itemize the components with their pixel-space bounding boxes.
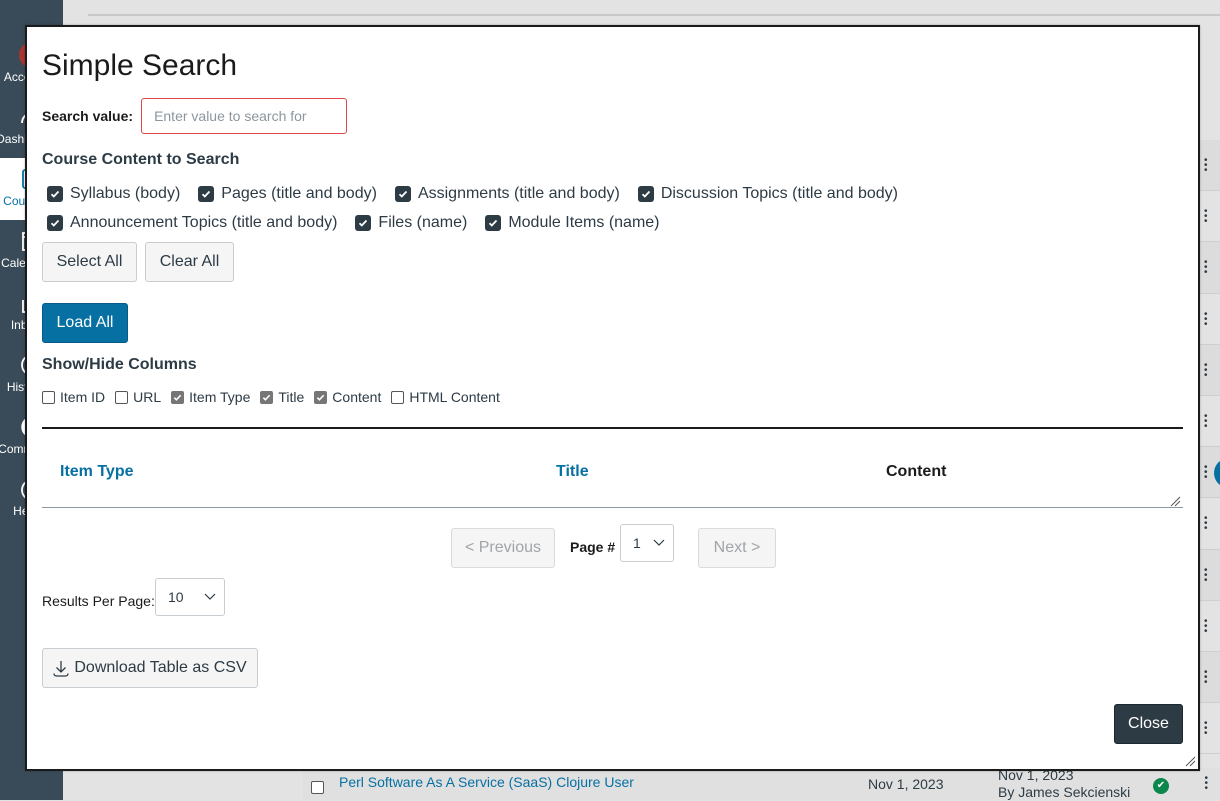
chevron-down-icon [653,539,665,546]
load-all-button[interactable]: Load All [42,303,128,343]
kebab-menu-icon[interactable]: • • • [1204,411,1208,431]
show-hide-columns-heading: Show/Hide Columns [42,356,197,373]
checkbox-files[interactable]: Files (name) [355,214,467,232]
row-select-checkbox[interactable] [311,781,324,794]
download-icon [53,661,70,677]
checkbox-checked-icon[interactable] [637,185,654,202]
page-number-select[interactable]: 1 [620,524,674,562]
kebab-menu-icon[interactable]: • • • [1204,565,1208,585]
checkbox-checked-icon[interactable] [198,185,215,202]
kebab-menu-icon[interactable]: • • • [1204,514,1208,534]
search-field-row: Search value: [42,98,348,134]
column-header-content: Content [886,463,947,480]
page-number-label: Page # [570,539,616,555]
column-toggle-item-id[interactable]: Item ID [42,389,105,405]
results-table-header: Item Type Title Content [42,429,1183,507]
page-title-link[interactable]: Perl Software As A Service (SaaS) Clojur… [339,774,634,790]
modal-resize-handle-icon[interactable] [1184,755,1196,767]
checkbox-assignments[interactable]: Assignments (title and body) [394,185,620,203]
checkbox-checked-icon[interactable] [355,214,372,231]
modal-title: Simple Search [42,49,238,82]
checkbox-checked-icon[interactable] [314,390,328,404]
next-page-button[interactable]: Next > [698,528,776,568]
kebab-menu-icon[interactable]: • • • [1204,667,1208,687]
kebab-menu-icon[interactable]: • • • [1204,258,1208,278]
column-toggle-url[interactable]: URL [115,389,161,405]
checkbox-checked-icon[interactable] [47,214,63,231]
canvas-logo-icon[interactable] [6,0,36,8]
published-check-icon[interactable]: ✔ [1153,778,1169,794]
page-created-date: Nov 1, 2023 [868,776,944,792]
checkbox-unchecked-icon[interactable] [115,390,129,404]
results-table-bottom-border [42,507,1183,508]
column-header-title[interactable]: Title [556,463,589,481]
previous-page-button[interactable]: < Previous [451,528,555,568]
results-per-page-select[interactable]: 10 [155,578,225,616]
results-per-page-label: Results Per Page: [42,593,155,609]
checkbox-unchecked-icon[interactable] [42,390,55,404]
search-value-input[interactable] [141,98,348,134]
column-toggle-title[interactable]: Title [260,389,304,405]
checkbox-checked-icon[interactable] [171,390,185,404]
kebab-menu-icon[interactable]: • • • [1204,616,1208,636]
page-header-divider [88,14,1220,16]
close-button[interactable]: Close [1114,704,1183,744]
checkbox-pages[interactable]: Pages (title and body) [198,185,377,203]
checkbox-checked-icon[interactable] [394,185,411,202]
kebab-menu-icon[interactable]: • • • [1204,207,1208,227]
checkbox-syllabus[interactable]: Syllabus (body) [47,185,180,203]
chevron-down-icon [204,593,216,600]
course-content-checkboxes: Syllabus (body) Pages (title and body) A… [47,179,947,237]
checkbox-checked-icon[interactable] [260,390,274,404]
kebab-menu-icon[interactable]: • • • [1204,156,1208,176]
checkbox-checked-icon[interactable] [485,214,502,231]
simple-search-modal: Simple Search Search value: Course Conte… [25,25,1200,771]
download-csv-button[interactable]: Download Table as CSV [42,648,258,688]
kebab-menu-icon[interactable]: • • • [1204,463,1208,483]
checkbox-checked-icon[interactable] [47,185,63,202]
checkbox-module-items[interactable]: Module Items (name) [485,214,660,232]
page-list-row: Perl Software As A Service (SaaS) Clojur… [303,767,1220,800]
course-content-heading: Course Content to Search [42,151,240,168]
column-toggles: Item ID URL Item Type Title Content HTML… [42,389,510,405]
kebab-menu-icon[interactable]: • • • [1204,309,1208,329]
clear-all-button[interactable]: Clear All [145,242,234,282]
kebab-menu-icon[interactable]: • • • [1204,774,1208,794]
resize-handle-icon[interactable] [1169,495,1181,507]
checkbox-unchecked-icon[interactable] [391,390,405,404]
column-toggle-content[interactable]: Content [314,389,381,405]
kebab-menu-icon[interactable]: • • • [1204,719,1208,739]
column-header-item-type[interactable]: Item Type [60,463,134,481]
column-toggle-html-content[interactable]: HTML Content [391,389,500,405]
kebab-menu-icon[interactable]: • • • [1204,360,1208,380]
page-updated-info: Nov 1, 2023 By James Sekcienski [998,767,1131,800]
checkbox-discussion-topics[interactable]: Discussion Topics (title and body) [637,185,898,203]
search-value-label: Search value: [42,108,134,124]
select-all-button[interactable]: Select All [42,242,137,282]
checkbox-announcement-topics[interactable]: Announcement Topics (title and body) [47,214,337,232]
column-toggle-item-type[interactable]: Item Type [171,389,250,405]
